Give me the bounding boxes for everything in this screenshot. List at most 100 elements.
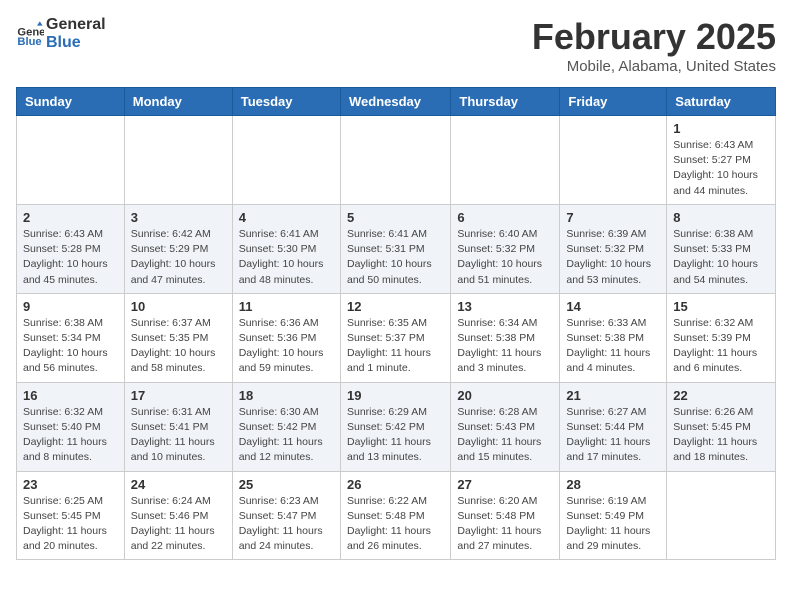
day-info: Sunrise: 6:24 AMSunset: 5:46 PMDaylight:… [131, 494, 226, 555]
header: General Blue General Blue February 2025 … [16, 16, 776, 75]
logo-icon: General Blue [16, 20, 44, 48]
week-row-2: 2 Sunrise: 6:43 AMSunset: 5:28 PMDaylight… [17, 204, 776, 293]
day-number: 4 [239, 210, 334, 225]
day-number: 3 [131, 210, 226, 225]
week-row-4: 16 Sunrise: 6:32 AMSunset: 5:40 PMDayligh… [17, 382, 776, 471]
day-cell-27: 27 Sunrise: 6:20 AMSunset: 5:48 PMDayligh… [451, 471, 560, 560]
day-info: Sunrise: 6:36 AMSunset: 5:36 PMDaylight:… [239, 316, 334, 377]
day-info: Sunrise: 6:38 AMSunset: 5:34 PMDaylight:… [23, 316, 118, 377]
day-info: Sunrise: 6:41 AMSunset: 5:31 PMDaylight:… [347, 227, 444, 288]
weekday-header-sunday: Sunday [17, 88, 125, 116]
day-info: Sunrise: 6:20 AMSunset: 5:48 PMDaylight:… [457, 494, 553, 555]
day-number: 2 [23, 210, 118, 225]
day-info: Sunrise: 6:26 AMSunset: 5:45 PMDaylight:… [673, 405, 769, 466]
day-cell-16: 16 Sunrise: 6:32 AMSunset: 5:40 PMDayligh… [17, 382, 125, 471]
location: Mobile, Alabama, United States [532, 58, 776, 75]
day-number: 28 [566, 477, 660, 492]
day-number: 12 [347, 299, 444, 314]
day-info: Sunrise: 6:35 AMSunset: 5:37 PMDaylight:… [347, 316, 444, 377]
day-number: 5 [347, 210, 444, 225]
day-info: Sunrise: 6:29 AMSunset: 5:42 PMDaylight:… [347, 405, 444, 466]
day-info: Sunrise: 6:31 AMSunset: 5:41 PMDaylight:… [131, 405, 226, 466]
title-block: February 2025 Mobile, Alabama, United St… [532, 16, 776, 75]
empty-cell [560, 116, 667, 205]
day-cell-23: 23 Sunrise: 6:25 AMSunset: 5:45 PMDayligh… [17, 471, 125, 560]
empty-cell [451, 116, 560, 205]
page: General Blue General Blue February 2025 … [0, 0, 792, 576]
day-number: 19 [347, 388, 444, 403]
day-info: Sunrise: 6:32 AMSunset: 5:40 PMDaylight:… [23, 405, 118, 466]
day-cell-14: 14 Sunrise: 6:33 AMSunset: 5:38 PMDayligh… [560, 293, 667, 382]
day-number: 25 [239, 477, 334, 492]
empty-cell [340, 116, 450, 205]
day-number: 15 [673, 299, 769, 314]
day-cell-12: 12 Sunrise: 6:35 AMSunset: 5:37 PMDayligh… [340, 293, 450, 382]
day-cell-21: 21 Sunrise: 6:27 AMSunset: 5:44 PMDayligh… [560, 382, 667, 471]
day-info: Sunrise: 6:19 AMSunset: 5:49 PMDaylight:… [566, 494, 660, 555]
day-number: 27 [457, 477, 553, 492]
day-number: 16 [23, 388, 118, 403]
weekday-header-monday: Monday [124, 88, 232, 116]
week-row-1: 1 Sunrise: 6:43 AMSunset: 5:27 PMDaylight… [17, 116, 776, 205]
day-info: Sunrise: 6:41 AMSunset: 5:30 PMDaylight:… [239, 227, 334, 288]
day-info: Sunrise: 6:43 AMSunset: 5:27 PMDaylight:… [673, 138, 769, 199]
day-info: Sunrise: 6:43 AMSunset: 5:28 PMDaylight:… [23, 227, 118, 288]
day-info: Sunrise: 6:23 AMSunset: 5:47 PMDaylight:… [239, 494, 334, 555]
day-number: 21 [566, 388, 660, 403]
day-number: 7 [566, 210, 660, 225]
day-info: Sunrise: 6:32 AMSunset: 5:39 PMDaylight:… [673, 316, 769, 377]
day-number: 9 [23, 299, 118, 314]
day-cell-15: 15 Sunrise: 6:32 AMSunset: 5:39 PMDayligh… [667, 293, 776, 382]
weekday-header-saturday: Saturday [667, 88, 776, 116]
logo: General Blue General Blue [16, 16, 106, 51]
day-cell-6: 6Sunrise: 6:40 AMSunset: 5:32 PMDaylight… [451, 204, 560, 293]
week-row-5: 23 Sunrise: 6:25 AMSunset: 5:45 PMDayligh… [17, 471, 776, 560]
day-cell-7: 7 Sunrise: 6:39 AMSunset: 5:32 PMDaylight… [560, 204, 667, 293]
day-cell-8: 8 Sunrise: 6:38 AMSunset: 5:33 PMDaylight… [667, 204, 776, 293]
day-number: 10 [131, 299, 226, 314]
weekday-header-tuesday: Tuesday [232, 88, 340, 116]
day-info: Sunrise: 6:27 AMSunset: 5:44 PMDaylight:… [566, 405, 660, 466]
day-number: 11 [239, 299, 334, 314]
weekday-header-friday: Friday [560, 88, 667, 116]
day-number: 1 [673, 121, 769, 136]
month-title: February 2025 [532, 16, 776, 58]
day-cell-24: 24Sunrise: 6:24 AMSunset: 5:46 PMDayligh… [124, 471, 232, 560]
day-info: Sunrise: 6:30 AMSunset: 5:42 PMDaylight:… [239, 405, 334, 466]
week-row-3: 9 Sunrise: 6:38 AMSunset: 5:34 PMDaylight… [17, 293, 776, 382]
day-number: 22 [673, 388, 769, 403]
day-cell-4: 4 Sunrise: 6:41 AMSunset: 5:30 PMDaylight… [232, 204, 340, 293]
day-cell-2: 2 Sunrise: 6:43 AMSunset: 5:28 PMDaylight… [17, 204, 125, 293]
day-cell-3: 3Sunrise: 6:42 AMSunset: 5:29 PMDaylight… [124, 204, 232, 293]
day-cell-20: 20 Sunrise: 6:28 AMSunset: 5:43 PMDayligh… [451, 382, 560, 471]
day-cell-22: 22 Sunrise: 6:26 AMSunset: 5:45 PMDayligh… [667, 382, 776, 471]
day-info: Sunrise: 6:39 AMSunset: 5:32 PMDaylight:… [566, 227, 660, 288]
day-cell-28: 28 Sunrise: 6:19 AMSunset: 5:49 PMDayligh… [560, 471, 667, 560]
day-number: 20 [457, 388, 553, 403]
day-number: 8 [673, 210, 769, 225]
day-info: Sunrise: 6:34 AMSunset: 5:38 PMDaylight:… [457, 316, 553, 377]
day-info: Sunrise: 6:38 AMSunset: 5:33 PMDaylight:… [673, 227, 769, 288]
weekday-header-wednesday: Wednesday [340, 88, 450, 116]
day-cell-10: 10 Sunrise: 6:37 AMSunset: 5:35 PMDayligh… [124, 293, 232, 382]
day-info: Sunrise: 6:22 AMSunset: 5:48 PMDaylight:… [347, 494, 444, 555]
day-info: Sunrise: 6:37 AMSunset: 5:35 PMDaylight:… [131, 316, 226, 377]
day-info: Sunrise: 6:40 AMSunset: 5:32 PMDaylight:… [457, 227, 553, 288]
day-cell-11: 11 Sunrise: 6:36 AMSunset: 5:36 PMDayligh… [232, 293, 340, 382]
day-number: 13 [457, 299, 553, 314]
weekday-header-row: SundayMondayTuesdayWednesdayThursdayFrid… [17, 88, 776, 116]
empty-cell [124, 116, 232, 205]
day-info: Sunrise: 6:25 AMSunset: 5:45 PMDaylight:… [23, 494, 118, 555]
day-number: 17 [131, 388, 226, 403]
day-info: Sunrise: 6:33 AMSunset: 5:38 PMDaylight:… [566, 316, 660, 377]
empty-cell [17, 116, 125, 205]
day-number: 26 [347, 477, 444, 492]
empty-cell [667, 471, 776, 560]
day-cell-1: 1 Sunrise: 6:43 AMSunset: 5:27 PMDaylight… [667, 116, 776, 205]
day-cell-13: 13 Sunrise: 6:34 AMSunset: 5:38 PMDayligh… [451, 293, 560, 382]
day-number: 14 [566, 299, 660, 314]
day-cell-18: 18Sunrise: 6:30 AMSunset: 5:42 PMDayligh… [232, 382, 340, 471]
day-info: Sunrise: 6:28 AMSunset: 5:43 PMDaylight:… [457, 405, 553, 466]
day-number: 23 [23, 477, 118, 492]
svg-text:Blue: Blue [17, 36, 41, 48]
